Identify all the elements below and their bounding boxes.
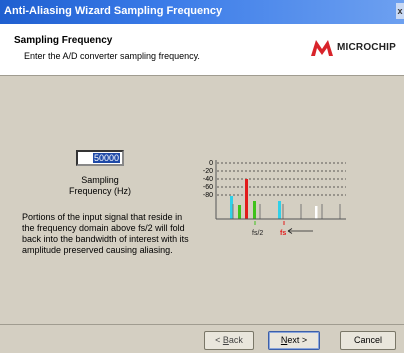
- spectrum-bar-green-1: [238, 205, 241, 219]
- button-row: < Back Next > Cancel: [0, 328, 404, 353]
- sampling-label-line1: Sampling: [81, 175, 119, 185]
- y-tick-60: -60: [203, 184, 213, 191]
- aliasing-description: Portions of the input signal that reside…: [22, 212, 189, 255]
- y-tick-80: -80: [203, 192, 213, 199]
- window-title: Anti-Aliasing Wizard Sampling Frequency: [4, 5, 223, 17]
- spectrum-bar-red: [245, 179, 248, 219]
- back-prefix: <: [215, 335, 223, 345]
- y-tick-0: 0: [209, 160, 213, 167]
- sampling-label-line2: Frequency (Hz): [68, 186, 131, 196]
- fs2-label: fs/2: [252, 230, 263, 237]
- fs-label: fs: [280, 230, 286, 237]
- aliasing-spectrum-diagram: 0 -20 -40 -60 -80 fs/2 fs: [203, 160, 346, 237]
- logo-text: MICROCHIP: [336, 41, 396, 53]
- wizard-header: Sampling Frequency Enter the A/D convert…: [0, 24, 404, 76]
- cancel-button[interactable]: Cancel: [340, 331, 396, 350]
- y-tick-40: -40: [203, 176, 213, 183]
- y-tick-20: -20: [203, 168, 213, 175]
- sampling-frequency-value: 50000: [92, 153, 120, 163]
- wizard-content: 50000 Sampling Frequency (Hz) Portions o…: [0, 77, 404, 324]
- spectrum-bar-cyan-2: [278, 201, 281, 219]
- wizard-window: Anti-Aliasing Wizard Sampling Frequency …: [0, 0, 404, 353]
- sampling-frequency-input[interactable]: 50000: [76, 150, 124, 166]
- sampling-frequency-label: Sampling Frequency (Hz): [54, 175, 146, 197]
- spectrum-bar-white-1: [315, 206, 318, 219]
- microchip-logo: MICROCHIP: [310, 36, 396, 58]
- page-subtitle: Enter the A/D converter sampling frequen…: [24, 51, 200, 61]
- title-bar[interactable]: Anti-Aliasing Wizard Sampling Frequency …: [0, 0, 404, 24]
- button-separator: [0, 324, 404, 325]
- back-rest: ack: [228, 335, 243, 345]
- spectrum-bar-green-2: [253, 201, 256, 219]
- next-button[interactable]: Next >: [268, 331, 320, 350]
- next-rest: ext >: [287, 335, 308, 345]
- close-icon[interactable]: x: [396, 3, 404, 19]
- back-button[interactable]: < Back: [204, 331, 254, 350]
- page-title: Sampling Frequency: [14, 35, 113, 46]
- microchip-logo-icon: [310, 40, 333, 56]
